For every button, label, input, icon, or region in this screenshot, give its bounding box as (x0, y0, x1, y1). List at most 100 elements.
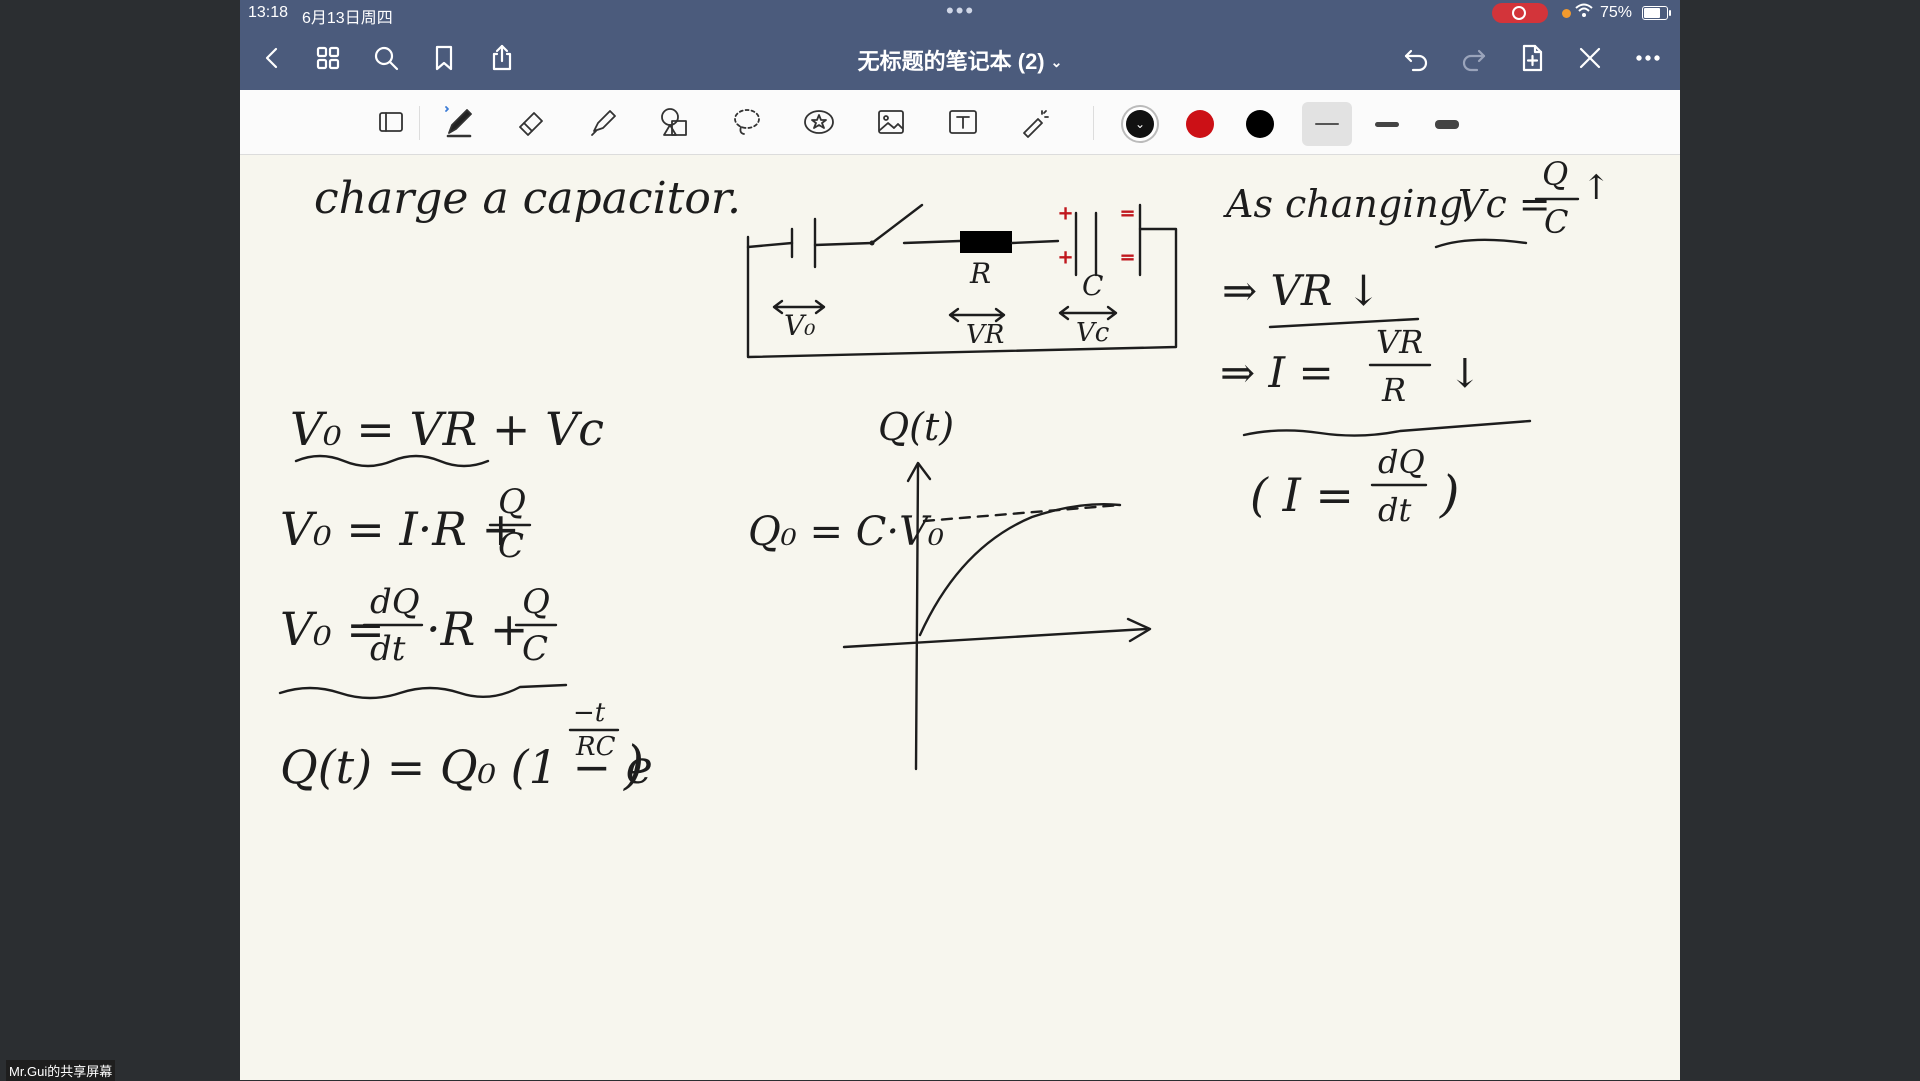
screen-share-label: Mr.Gui的共享屏幕 (6, 1060, 116, 1081)
redo-button[interactable] (1456, 40, 1492, 76)
status-date: 6月13日周四 (302, 10, 393, 27)
frac-q: Q (498, 482, 526, 522)
exp-numerator: −t (573, 698, 606, 728)
stroke-width-thick[interactable] (1422, 102, 1472, 146)
laser-pointer-icon (1023, 110, 1049, 138)
tool-bar: ⌄ (240, 90, 1680, 155)
exp-denominator: RC (575, 732, 616, 762)
handwriting-layer: charge a capacitor. + + = = V₀ R VR C Vc… (278, 155, 1611, 796)
highlighter-icon (591, 110, 616, 136)
right-line-4-close: ) (1439, 465, 1460, 523)
graph-q0-label: Q₀ = C·V₀ (748, 509, 944, 555)
frac-r: R (1381, 371, 1406, 409)
screen-record-icon[interactable] (1492, 3, 1548, 23)
lasso-icon (734, 109, 760, 135)
equations-left: V₀ = VR + Vc V₀ = I·R + Q C V₀ = dQ dt ·… (278, 402, 653, 796)
right-line-3-arrow: ↓ (1448, 351, 1482, 397)
toolbar-divider (419, 106, 420, 140)
battery-icon (1642, 6, 1671, 20)
close-edit-button[interactable] (1572, 40, 1608, 76)
notes-right: As changing, Vc = Q C ↑ ⇒ VR ↓ ⇒ I = VR … (1220, 155, 1611, 529)
capacitor-charge-minus: = (1120, 203, 1135, 224)
circuit-diagram: + + = = V₀ R VR C Vc (746, 203, 1178, 359)
toolbar-divider (1093, 106, 1094, 140)
frac-q: Q (1542, 155, 1568, 193)
frac-c: C (1544, 203, 1568, 241)
pen-tool[interactable] (436, 100, 482, 144)
equation-2: V₀ = I·R + (280, 502, 520, 556)
equation-4-close: ) (623, 736, 644, 796)
status-time: 13:18 (248, 4, 289, 21)
notebook-title[interactable]: 无标题的笔记本 (2) ⌄ (800, 44, 1120, 76)
color-dot (1186, 110, 1214, 138)
color-dot: ⌄ (1126, 110, 1154, 138)
lasso-tool[interactable] (724, 100, 770, 144)
color-swatch-black[interactable] (1240, 104, 1280, 144)
equation-3-mid: ·R + (426, 602, 528, 656)
stroke-width-thin[interactable] (1302, 102, 1352, 146)
eraser-icon (519, 112, 543, 136)
chevron-left-icon (265, 47, 278, 69)
image-icon (878, 110, 904, 134)
label-r: R (969, 257, 991, 290)
color-swatch-black-selected[interactable]: ⌄ (1120, 104, 1160, 144)
undo-button[interactable] (1398, 40, 1434, 76)
battery-percent: 75% (1600, 4, 1633, 21)
sticker-tool[interactable] (796, 100, 842, 144)
shapes-icon (661, 108, 687, 136)
frac-vr: VR (1376, 323, 1423, 361)
image-tool[interactable] (868, 100, 914, 144)
note-heading: charge a capacitor. (314, 173, 741, 224)
frac-dt: dt (1378, 491, 1411, 529)
color-dot (1246, 110, 1274, 138)
search-button[interactable] (368, 40, 404, 76)
wifi-icon (1574, 2, 1594, 23)
graph-y-label: Q(t) (878, 405, 954, 449)
redo-icon (1462, 49, 1486, 72)
right-line-3: ⇒ I = (1220, 348, 1334, 397)
page-layout-icon (379, 112, 403, 132)
note-canvas[interactable]: charge a capacitor. + + = = V₀ R VR C Vc… (240, 155, 1680, 1080)
search-icon (374, 46, 399, 71)
stroke-sample (1435, 119, 1459, 129)
right-line-1: As changing, (1223, 182, 1475, 226)
chevron-down-icon: ⌄ (1050, 54, 1063, 70)
status-bar: 13:18 6月13日周四 ••• 75% (240, 0, 1680, 27)
bookmark-icon (435, 45, 453, 71)
eraser-tool[interactable] (508, 100, 554, 144)
frac-c: C (522, 629, 548, 669)
capacitor-charge-minus: = (1120, 247, 1135, 268)
highlighter-tool[interactable] (580, 100, 626, 144)
page-layout-tool[interactable] (368, 100, 414, 144)
text-tool[interactable] (940, 100, 986, 144)
share-icon (492, 44, 512, 71)
equation-1: V₀ = VR + Vc (290, 402, 604, 456)
frac-dq: dQ (370, 582, 420, 622)
label-vr: VR (966, 320, 1004, 350)
laser-pointer-tool[interactable] (1012, 100, 1058, 144)
stroke-sample (1375, 121, 1399, 127)
add-page-icon (1522, 44, 1543, 72)
shapes-tool[interactable] (652, 100, 698, 144)
right-line-2: ⇒ VR ↓ (1222, 266, 1381, 315)
right-line-1b: Vc = (1458, 182, 1551, 226)
multitask-dots-icon[interactable]: ••• (946, 0, 975, 24)
back-button[interactable] (254, 40, 290, 76)
capacitor-charge-plus: + (1058, 247, 1073, 268)
bookmark-button[interactable] (426, 40, 462, 76)
stroke-width-medium[interactable] (1362, 102, 1412, 146)
share-button[interactable] (484, 40, 520, 76)
grid-button[interactable] (310, 40, 346, 76)
nav-bar: 无标题的笔记本 (2) ⌄ (240, 26, 1680, 90)
frac-c: C (498, 526, 524, 566)
right-line-1-arrow: ↑ (1582, 168, 1611, 208)
color-swatch-red[interactable] (1180, 104, 1220, 144)
capacitor-charge-plus: + (1058, 203, 1073, 224)
ipad-screen: 13:18 6月13日周四 ••• 75% 无标题的笔记本 (2) ⌄ ⌄ ch… (240, 0, 1680, 1080)
label-vc: Vc (1076, 318, 1110, 348)
more-button[interactable] (1630, 40, 1666, 76)
charge-graph: Q(t) Q₀ = C·V₀ (748, 405, 1152, 771)
grid-icon (316, 46, 340, 70)
add-page-button[interactable] (1514, 40, 1550, 76)
notebook-title-text: 无标题的笔记本 (2) (857, 49, 1045, 74)
